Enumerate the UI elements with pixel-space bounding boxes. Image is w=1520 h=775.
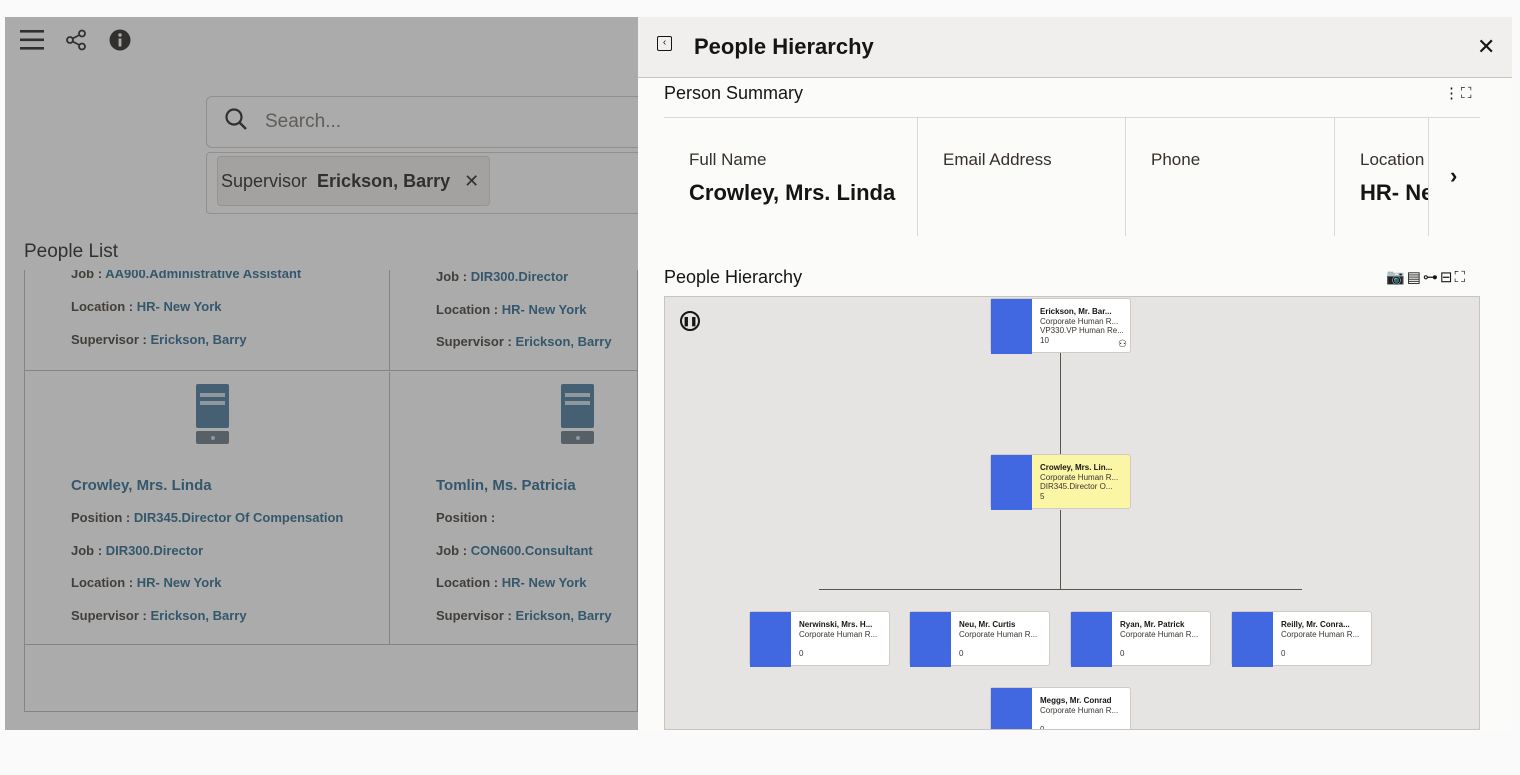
hierarchy-actions: 📷▤⊶⊟⛶ (1386, 268, 1467, 286)
avatar (1232, 612, 1273, 667)
summary-email: Email Address (918, 118, 1126, 236)
tree-icon[interactable]: ⊟ (1440, 269, 1455, 286)
org-node-child[interactable]: Reilly, Mr. Conra... Corporate Human R..… (1231, 611, 1372, 667)
org-node-root[interactable]: Erickson, Mr. Bar... Corporate Human R..… (990, 298, 1131, 354)
avatar (991, 455, 1032, 510)
people-hierarchy-drawer: ‹ People Hierarchy ✕ Person Summary ⋮⛶ F… (638, 17, 1512, 730)
avatar (991, 299, 1032, 354)
org-node-child[interactable]: Meggs, Mr. Conrad Corporate Human R... 0 (990, 687, 1131, 729)
summary-actions: ⋮⛶ (1444, 84, 1474, 102)
fullscreen-icon[interactable]: ⛶ (1461, 85, 1474, 102)
connector (819, 589, 1302, 590)
kebab-icon[interactable]: ⋮ (1444, 85, 1461, 102)
summary-location: Location HR- Ne (1335, 118, 1429, 236)
org-node-selected[interactable]: Crowley, Mrs. Lin... Corporate Human R..… (990, 454, 1131, 510)
person-summary: Full Name Crowley, Mrs. Linda Email Addr… (664, 117, 1480, 236)
hierarchy-canvas[interactable]: ❚❚ Erickson, Mr. Bar... Corporate Human … (664, 296, 1480, 730)
connector (1060, 510, 1061, 590)
avatar (750, 612, 791, 667)
avatar (1071, 612, 1112, 667)
fullscreen-icon[interactable]: ⛶ (1454, 269, 1467, 286)
org-node-child[interactable]: Neu, Mr. Curtis Corporate Human R... 0 (909, 611, 1050, 667)
layout-icon[interactable]: ⊶ (1423, 269, 1440, 286)
chevron-right-icon[interactable]: › (1450, 163, 1457, 189)
org-node-child[interactable]: Ryan, Mr. Patrick Corporate Human R... 0 (1070, 611, 1211, 667)
sidebar-toggle-icon[interactable]: ‹ (657, 36, 672, 51)
pause-icon[interactable]: ❚❚ (680, 311, 700, 331)
org-node-child[interactable]: Nerwinski, Mrs. H... Corporate Human R..… (749, 611, 890, 667)
pdf-icon[interactable]: ▤ (1407, 269, 1423, 286)
person-summary-title: Person Summary (664, 83, 804, 103)
modal-scrim[interactable] (5, 17, 638, 730)
avatar (991, 688, 1032, 729)
close-icon[interactable]: ✕ (1477, 34, 1495, 60)
org-chart-icon[interactable]: ⚇ (1118, 339, 1127, 350)
drawer-header: ‹ People Hierarchy ✕ (638, 17, 1512, 78)
summary-full-name: Full Name Crowley, Mrs. Linda (664, 118, 918, 236)
camera-icon[interactable]: 📷 (1386, 269, 1407, 286)
app-frame: Search... Supervisor Erickson, Barry ✕ P… (5, 17, 1512, 730)
avatar (910, 612, 951, 667)
people-list-app: Search... Supervisor Erickson, Barry ✕ P… (5, 17, 656, 730)
drawer-title: People Hierarchy (694, 34, 874, 59)
people-hierarchy-title: People Hierarchy (664, 267, 803, 287)
connector (1060, 353, 1061, 454)
summary-phone: Phone (1126, 118, 1335, 236)
